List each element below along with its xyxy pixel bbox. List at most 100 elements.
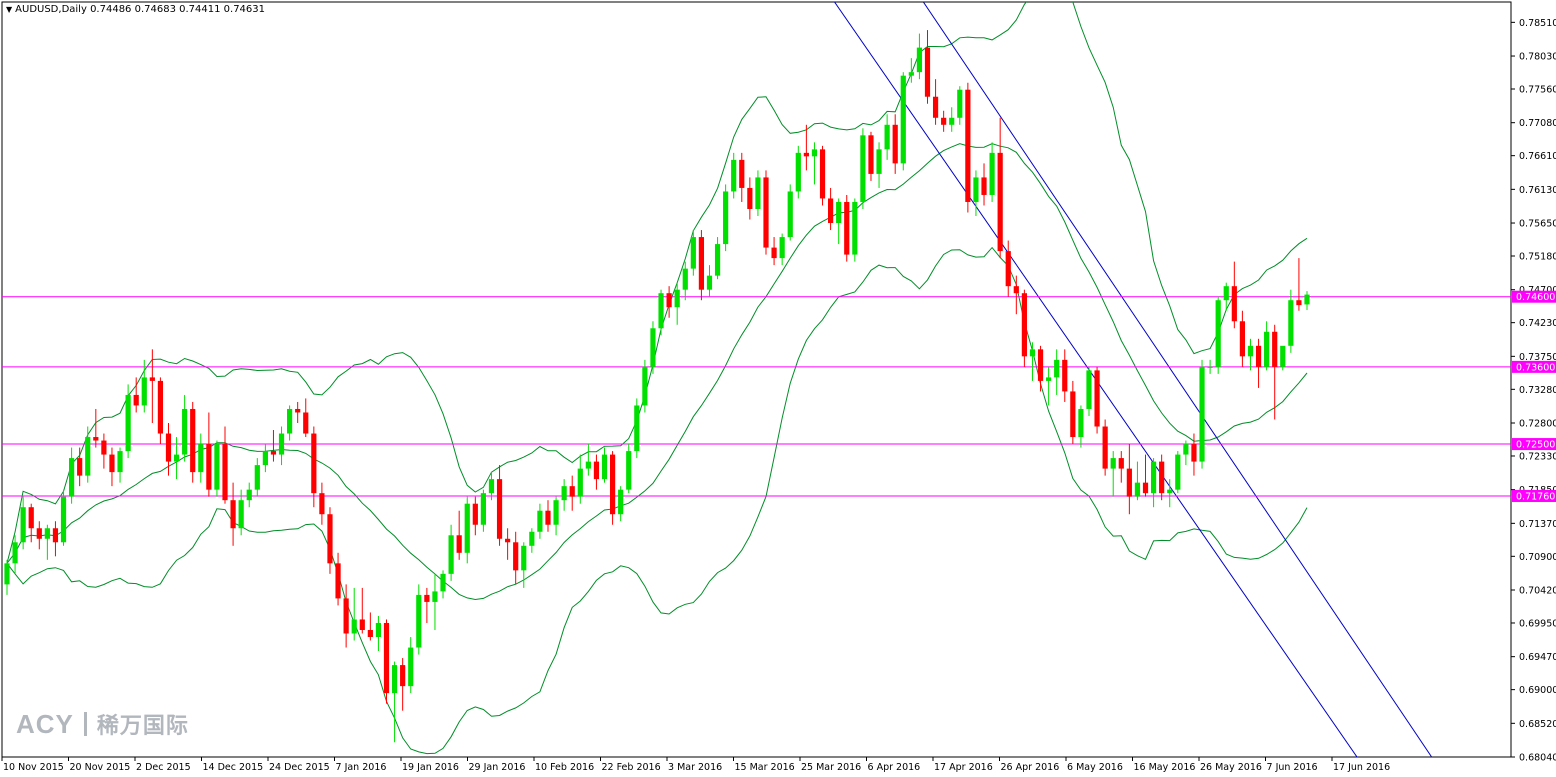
candle-body <box>1167 489 1173 494</box>
candle-body <box>270 451 277 455</box>
candle-body <box>375 622 382 638</box>
candle-body <box>359 619 365 630</box>
candle-body <box>1215 300 1221 367</box>
candle-body <box>496 479 503 539</box>
plot-frame <box>1 1 1512 758</box>
x-tick-label: 6 May 2016 <box>1067 762 1123 773</box>
x-tick-label: 26 Apr 2016 <box>1001 762 1060 773</box>
candle-body <box>795 152 801 192</box>
y-tick-label: 0.73280 <box>1519 385 1556 396</box>
candle-body <box>424 594 430 602</box>
candle-body <box>1264 331 1270 367</box>
candle-body <box>973 177 979 202</box>
candle-body <box>1102 426 1108 469</box>
candle-body <box>537 510 543 532</box>
price-axis: 0.78510 0.78030 0.77560 0.77080 0.76610 0.761… <box>1511 18 1556 764</box>
candle-body <box>714 244 721 276</box>
candle-body <box>230 500 236 529</box>
candle-body <box>529 531 535 546</box>
candle-body <box>488 479 495 494</box>
candle-body <box>513 542 519 571</box>
candle-body <box>416 594 422 648</box>
candle-body <box>1013 286 1019 294</box>
x-tick-label: 25 Mar 2016 <box>801 762 861 773</box>
level-label: 0.72500 <box>1516 440 1555 451</box>
candle-body <box>60 496 67 543</box>
candle-body <box>141 377 147 406</box>
candle-body <box>1054 359 1060 378</box>
candle-body <box>569 486 575 497</box>
candle-body <box>480 493 486 525</box>
candle-body <box>545 510 551 525</box>
price-chart[interactable]: 0.78510 0.78030 0.77560 0.77080 0.76610 0.761… <box>0 0 1556 777</box>
candle-body <box>351 619 357 634</box>
bollinger-lower-line <box>6 246 1308 755</box>
candle-body <box>723 191 729 245</box>
x-tick-label: 24 Dec 2015 <box>269 762 330 773</box>
level-label: 0.74600 <box>1516 292 1555 303</box>
candle-body <box>924 47 931 97</box>
collapse-arrow-icon[interactable]: ▼ <box>6 5 12 14</box>
candle-body <box>900 75 906 164</box>
candle-body <box>811 149 818 157</box>
candle-body <box>464 503 470 553</box>
candle-body <box>876 149 882 174</box>
candle-body <box>626 451 632 490</box>
y-tick-label: 0.72800 <box>1519 419 1556 430</box>
y-tick-label: 0.70900 <box>1519 552 1556 563</box>
candle-body <box>585 461 591 469</box>
candle-body <box>254 465 260 490</box>
y-tick-label: 0.76610 <box>1519 151 1556 162</box>
candle-body <box>383 622 390 694</box>
candle-body <box>93 437 99 441</box>
candle-body <box>916 47 923 73</box>
candle-body <box>690 237 696 269</box>
candle-body <box>666 293 672 308</box>
candle-body <box>408 647 414 687</box>
candle-body <box>440 573 446 592</box>
candle-body <box>981 177 987 195</box>
candle-body <box>577 468 583 497</box>
candle-body <box>12 542 18 564</box>
candle-body <box>222 444 228 501</box>
candle-body <box>343 598 349 634</box>
candle-body <box>157 380 164 434</box>
watermark-chinese: 稀万国际 <box>96 714 189 739</box>
y-tick-label: 0.69950 <box>1519 618 1556 629</box>
candle-body <box>989 152 995 195</box>
candle-body <box>561 486 567 501</box>
candle-body <box>779 237 785 259</box>
candle-body <box>787 191 793 238</box>
candle-body <box>1126 468 1132 497</box>
horizontal-levels[interactable] <box>2 296 1511 497</box>
candle-body <box>173 454 180 462</box>
candle-body <box>658 293 664 329</box>
candle-body <box>997 152 1003 252</box>
candle-body <box>101 440 107 455</box>
trend-channel[interactable] <box>834 2 1433 757</box>
watermark-brand: ACY <box>16 709 74 739</box>
candle-body <box>747 187 753 209</box>
channel-lower-line <box>922 2 1433 757</box>
candle-body <box>4 563 10 585</box>
candle-body <box>36 528 42 539</box>
candle-body <box>1142 482 1149 494</box>
candle-body <box>456 535 462 553</box>
x-tick-label: 26 May 2016 <box>1200 762 1262 773</box>
x-tick-label: 6 Apr 2016 <box>868 762 921 773</box>
x-tick-label: 17 Jun 2016 <box>1333 762 1390 773</box>
candle-body <box>1288 300 1294 346</box>
candle-body <box>319 493 325 515</box>
candle-body <box>1046 377 1052 381</box>
candle-body <box>1207 366 1213 368</box>
candle-body <box>182 408 188 455</box>
candle-body <box>85 437 91 476</box>
candle-body <box>739 159 745 188</box>
level-label: 0.73600 <box>1516 362 1555 373</box>
y-tick-label: 0.71370 <box>1519 519 1556 530</box>
candle-body <box>1272 331 1278 367</box>
candle-body <box>844 201 850 255</box>
candle-body <box>941 117 947 125</box>
candle-body <box>521 545 527 571</box>
candle-body <box>1199 366 1205 462</box>
